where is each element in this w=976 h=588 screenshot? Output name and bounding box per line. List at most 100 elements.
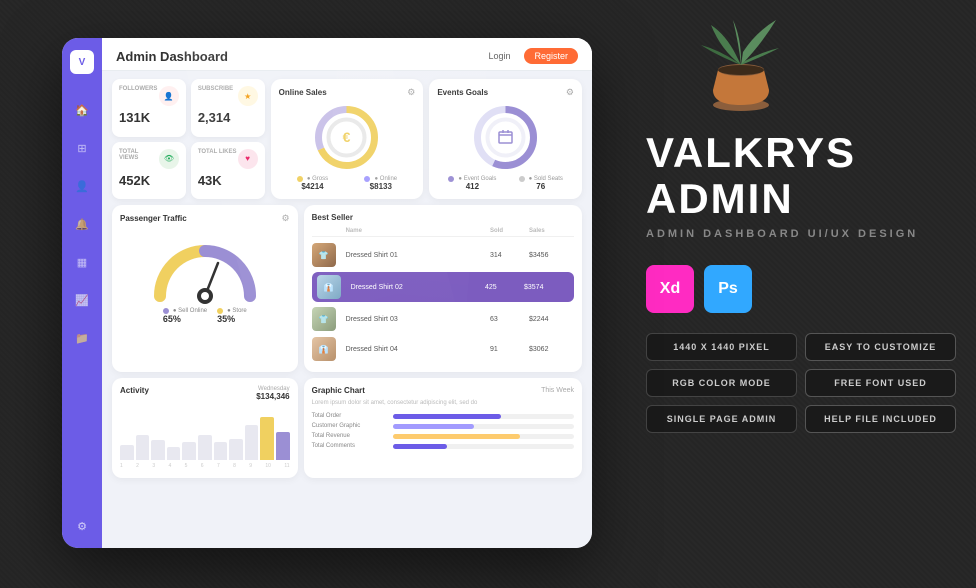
sales-legend: ● Gross $4214 ● Online $8133 xyxy=(279,176,416,191)
bar-9 xyxy=(245,425,259,460)
activity-bar-chart xyxy=(120,405,290,460)
header-actions: Login Register xyxy=(480,48,578,64)
subscribe-value: 2,314 xyxy=(198,110,258,125)
product-name-1: Dressed Shirt 01 xyxy=(346,252,486,259)
product-sales-1: $3456 xyxy=(529,252,574,259)
progress-section: Total Order Customer Graphic Total Reven… xyxy=(312,413,574,449)
online-sales-title: Online Sales xyxy=(279,88,327,97)
brand-title: VALKRYS ADMIN xyxy=(646,130,956,222)
events-legend: ● Event Goals 412 ● Sold Seats 76 xyxy=(437,176,574,191)
bar-11-purple xyxy=(276,432,290,460)
gauge-chart xyxy=(120,228,290,308)
events-settings-icon[interactable]: ⚙ xyxy=(566,87,574,98)
progress-bg-4 xyxy=(393,444,574,449)
dashboard-title: Admin Dashboard xyxy=(116,49,228,64)
bar-4 xyxy=(167,447,181,460)
main-content: Admin Dashboard Login Register Followers… xyxy=(102,38,592,548)
sidebar: V 🏠 ⊞ 👤 🔔 ▦ 📈 📁 ⚙ xyxy=(62,38,102,548)
graphic-chart-card: Graphic Chart This Week Lorem ipsum dolo… xyxy=(304,378,582,478)
likes-icon: ♥ xyxy=(238,149,258,169)
chart-title: Graphic Chart xyxy=(312,386,365,395)
table-row-highlight: 👔 Dressed Shirt 02 425 $3574 xyxy=(312,272,574,302)
traffic-legend: ● Sell Online 65% ● Store 35% xyxy=(120,308,290,324)
product-name-3: Dressed Shirt 03 xyxy=(346,316,486,323)
product-sold-3: 63 xyxy=(490,316,525,323)
chart-description: Lorem ipsum dolor sit amet, consectetur … xyxy=(312,399,574,407)
feature-help: HELP FILE INCLUDED xyxy=(805,405,956,433)
chart-period: This Week xyxy=(541,387,574,394)
progress-bg-1 xyxy=(393,414,574,419)
product-thumb-1: 👕 xyxy=(312,243,336,267)
activity-value: $134,346 xyxy=(256,392,289,401)
likes-value: 43K xyxy=(198,173,258,188)
sidebar-item-bell[interactable]: 🔔 xyxy=(72,214,92,234)
followers-value: 131K xyxy=(119,110,179,125)
product-sold-4: 91 xyxy=(490,346,525,353)
traffic-settings-icon[interactable]: ⚙ xyxy=(282,213,290,224)
product-sales-3: $2244 xyxy=(529,316,574,323)
progress-bg-3 xyxy=(393,434,574,439)
table-col-name: Name xyxy=(346,228,486,234)
bar-labels: 1 2 3 4 5 6 7 8 9 10 11 xyxy=(120,460,290,469)
online-sales-settings-icon[interactable]: ⚙ xyxy=(407,87,415,98)
views-icon: 👁 xyxy=(159,149,179,169)
sidebar-item-home[interactable]: 🏠 xyxy=(72,100,92,120)
bar-8 xyxy=(229,439,243,460)
feature-font: FREE FONT USED xyxy=(805,369,956,397)
sidebar-item-puzzle[interactable]: ⊞ xyxy=(72,138,92,158)
progress-fill-2 xyxy=(393,424,475,429)
feature-rgb: RGB COLOR MODE xyxy=(646,369,797,397)
sidebar-item-folder[interactable]: 📁 xyxy=(72,328,92,348)
online-sales-card: Online Sales ⚙ € xyxy=(271,79,424,199)
progress-bg-2 xyxy=(393,424,574,429)
events-goals-card: Events Goals ⚙ xyxy=(429,79,582,199)
product-thumb-3: 👕 xyxy=(312,307,336,331)
stat-followers: Followers 👤 131K xyxy=(112,79,186,137)
sidebar-item-user[interactable]: 👤 xyxy=(72,176,92,196)
product-thumb-2: 👔 xyxy=(317,275,341,299)
sidebar-item-bar[interactable]: ▦ xyxy=(72,252,92,272)
table-row: 👕 Dressed Shirt 01 314 $3456 xyxy=(312,240,574,270)
brand-subtitle: ADMIN DASHBOARD UI/UX DESIGN xyxy=(646,228,956,240)
product-thumb-4: 👔 xyxy=(312,337,336,361)
progress-fill-4 xyxy=(393,444,447,449)
sidebar-logo[interactable]: V xyxy=(70,50,94,74)
table-row: 👕 Dressed Shirt 03 63 $2244 xyxy=(312,304,574,334)
progress-label-3: Total Revenue xyxy=(312,433,387,439)
traffic-title: Passenger Traffic xyxy=(120,214,187,223)
events-title: Events Goals xyxy=(437,88,488,97)
stat-views: Total Views 👁 452K xyxy=(112,142,186,200)
table-col-sales: Sales xyxy=(529,228,574,234)
login-button[interactable]: Login xyxy=(480,48,518,64)
bar-2 xyxy=(136,435,150,461)
activity-title: Activity xyxy=(120,386,149,395)
passenger-traffic-card: Passenger Traffic ⚙ xyxy=(112,205,298,372)
progress-label-2: Customer Graphic xyxy=(312,423,387,429)
bar-1 xyxy=(120,445,134,460)
register-button[interactable]: Register xyxy=(524,48,578,64)
progress-fill-3 xyxy=(393,434,520,439)
events-donut xyxy=(437,102,574,172)
product-sales-2: $3574 xyxy=(524,284,569,291)
table-col-sold: Sold xyxy=(490,228,525,234)
product-sales-4: $3062 xyxy=(529,346,574,353)
stat-subscribe: Subscribe ★ 2,314 xyxy=(191,79,265,137)
bar-10-accent xyxy=(260,417,274,460)
sidebar-item-settings[interactable]: ⚙ xyxy=(72,516,92,536)
feature-single: SINGLE PAGE ADMIN xyxy=(646,405,797,433)
best-seller-title: Best Seller xyxy=(312,213,353,222)
table-row: 👔 Dressed Shirt 04 91 $3062 xyxy=(312,334,574,364)
mini-stats-grid: Followers 👤 131K Subscribe ★ 2,314 Total… xyxy=(112,79,265,199)
dashboard-container: V 🏠 ⊞ 👤 🔔 ▦ 📈 📁 ⚙ Admin Dashboard Login … xyxy=(62,38,592,548)
sidebar-item-chart[interactable]: 📈 xyxy=(72,290,92,310)
right-panel: VALKRYS ADMIN ADMIN DASHBOARD UI/UX DESI… xyxy=(646,50,956,433)
dashboard-header: Admin Dashboard Login Register xyxy=(102,38,592,71)
progress-fill-1 xyxy=(393,414,502,419)
bar-3 xyxy=(151,440,165,460)
product-name-2: Dressed Shirt 02 xyxy=(351,284,481,291)
subscribe-icon: ★ xyxy=(238,86,258,106)
product-sold-1: 314 xyxy=(490,252,525,259)
best-seller-card: Best Seller Name Sold Sales 👕 Dressed Sh… xyxy=(304,205,582,372)
activity-card: Activity Wednesday $134,346 xyxy=(112,378,298,478)
product-sold-2: 425 xyxy=(485,284,520,291)
